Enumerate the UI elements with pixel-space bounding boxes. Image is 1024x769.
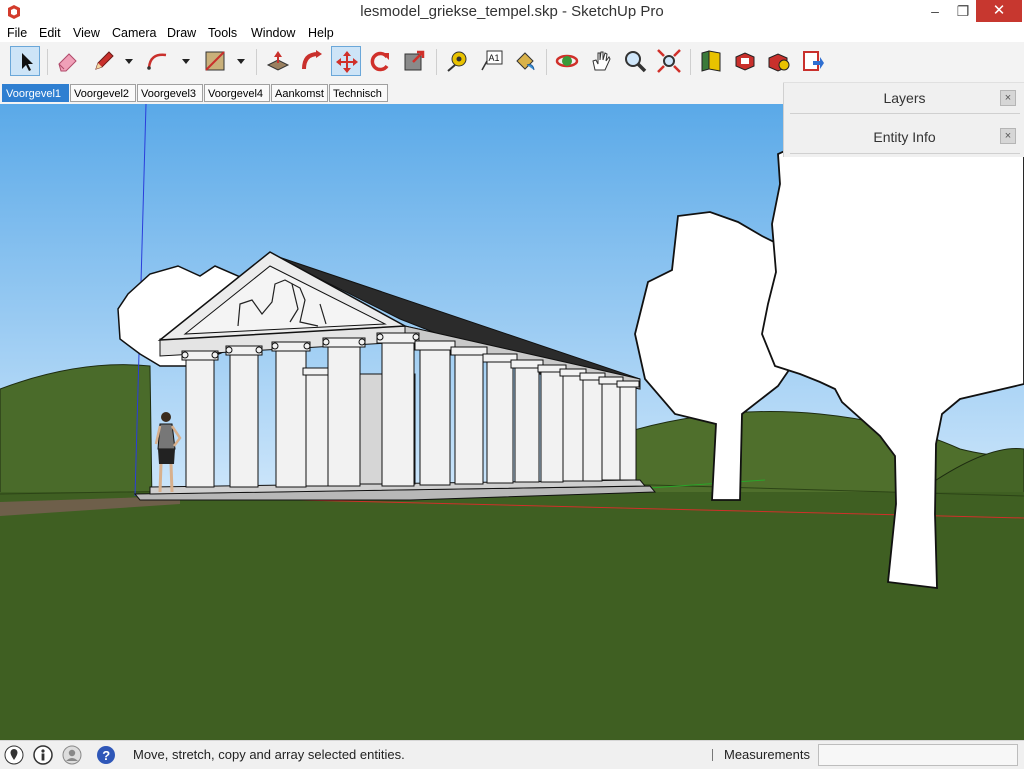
gear-box-icon bbox=[768, 53, 790, 72]
arc-icon bbox=[147, 53, 167, 70]
scene-tab-voorgevel2[interactable]: Voorgevel2 bbox=[70, 84, 136, 102]
rotate-icon bbox=[370, 51, 389, 72]
menu-bar: File Edit View Camera Draw Tools Window … bbox=[0, 24, 1024, 42]
select-tool-button[interactable] bbox=[10, 46, 40, 76]
scene-tab-voorgevel3[interactable]: Voorgevel3 bbox=[137, 84, 203, 102]
eraser-icon bbox=[58, 53, 77, 72]
entity-info-panel: Entity Info × bbox=[783, 121, 1024, 157]
zoom-extents-icon bbox=[657, 49, 681, 73]
scene-tab-aankomst[interactable]: Aankomst bbox=[271, 84, 328, 102]
status-separator bbox=[712, 749, 713, 761]
toolbar-separator bbox=[436, 49, 437, 75]
panel-divider bbox=[790, 113, 1020, 114]
warehouse-tool-button[interactable] bbox=[696, 46, 726, 76]
measurements-label: Measurements bbox=[724, 747, 810, 762]
viewport-scene[interactable] bbox=[0, 104, 1024, 740]
pan-hand-icon bbox=[592, 51, 611, 71]
menu-draw[interactable]: Draw bbox=[167, 24, 196, 42]
push-pull-tool-button[interactable] bbox=[263, 46, 293, 76]
toolbar-separator bbox=[546, 49, 547, 75]
help-question-icon[interactable]: ? bbox=[96, 745, 116, 765]
measurements-input[interactable] bbox=[818, 744, 1018, 766]
menu-window[interactable]: Window bbox=[251, 24, 295, 42]
pan-tool-button[interactable] bbox=[586, 46, 616, 76]
hill-left bbox=[0, 364, 153, 505]
rotate-tool-button[interactable] bbox=[365, 46, 395, 76]
orbit-icon bbox=[555, 54, 579, 68]
arc-tool-button[interactable] bbox=[143, 46, 173, 76]
scene-tab-technisch[interactable]: Technisch bbox=[329, 84, 388, 102]
title-bar: lesmodel_griekse_tempel.skp - SketchUp P… bbox=[0, 0, 1024, 24]
scale-icon bbox=[404, 50, 425, 71]
credits-info-icon[interactable] bbox=[33, 745, 53, 765]
entity-info-close-button[interactable]: × bbox=[1000, 128, 1016, 144]
map-book-icon bbox=[701, 50, 721, 72]
layers-panel-title[interactable]: Layers bbox=[784, 83, 1024, 113]
text-label-icon: A1 bbox=[481, 50, 503, 71]
zoom-tool-button[interactable] bbox=[620, 46, 650, 76]
push-pull-icon bbox=[266, 51, 290, 71]
rectangle-tool-button[interactable] bbox=[200, 46, 230, 76]
scene-tab-voorgevel4[interactable]: Voorgevel4 bbox=[204, 84, 270, 102]
status-message: Move, stretch, copy and array selected e… bbox=[133, 747, 405, 762]
minimize-button[interactable]: – bbox=[920, 0, 950, 22]
extensions-manager-button[interactable] bbox=[764, 46, 794, 76]
panel-divider bbox=[790, 153, 1020, 154]
extension-warehouse-tool-button[interactable] bbox=[730, 46, 760, 76]
paint-bucket-tool-button[interactable] bbox=[510, 46, 540, 76]
entity-info-panel-title[interactable]: Entity Info bbox=[784, 121, 1024, 153]
scene-tab-voorgevel1[interactable]: Voorgevel1 bbox=[2, 84, 69, 102]
layout-send-icon bbox=[803, 51, 824, 71]
maximize-button[interactable]: ❐ bbox=[950, 0, 976, 22]
orbit-tool-button[interactable] bbox=[552, 46, 582, 76]
paint-bucket-icon bbox=[516, 52, 535, 71]
tape-measure-icon bbox=[447, 51, 467, 72]
follow-me-tool-button[interactable] bbox=[297, 46, 327, 76]
layers-panel: Layers × bbox=[783, 83, 1024, 121]
layers-close-button[interactable]: × bbox=[1000, 90, 1016, 106]
close-button[interactable]: ✕ bbox=[976, 0, 1022, 22]
tape-measure-tool-button[interactable] bbox=[442, 46, 472, 76]
status-bar: ? Move, stretch, copy and array selected… bbox=[0, 740, 1024, 769]
menu-file[interactable]: File bbox=[7, 24, 27, 42]
zoom-extents-tool-button[interactable] bbox=[654, 46, 684, 76]
geo-location-icon[interactable] bbox=[4, 745, 24, 765]
move-tool-button[interactable] bbox=[331, 46, 361, 76]
magnifier-icon bbox=[625, 51, 647, 73]
grass-ground bbox=[0, 492, 1024, 740]
svg-text:A1: A1 bbox=[489, 53, 500, 63]
window-title: lesmodel_griekse_tempel.skp - SketchUp P… bbox=[360, 3, 664, 20]
arc-dropdown-arrow-icon[interactable] bbox=[181, 56, 191, 66]
menu-view[interactable]: View bbox=[73, 24, 100, 42]
toolbar-separator bbox=[47, 49, 48, 75]
menu-tools[interactable]: Tools bbox=[208, 24, 237, 42]
menu-edit[interactable]: Edit bbox=[39, 24, 61, 42]
toolbar-separator bbox=[256, 49, 257, 75]
line-tool-button[interactable] bbox=[89, 46, 119, 76]
text-tool-button[interactable]: A1 bbox=[476, 46, 506, 76]
scale-tool-button[interactable] bbox=[399, 46, 429, 76]
svg-text:?: ? bbox=[102, 748, 110, 763]
follow-me-icon bbox=[302, 50, 322, 70]
eraser-tool-button[interactable] bbox=[53, 46, 83, 76]
red-boxes-icon bbox=[735, 52, 755, 71]
move-cross-arrows-icon bbox=[336, 51, 358, 73]
model-viewport[interactable] bbox=[0, 104, 1024, 740]
toolbar-separator bbox=[690, 49, 691, 75]
send-to-layout-button[interactable] bbox=[798, 46, 828, 76]
rectangle-dropdown-arrow-icon[interactable] bbox=[236, 56, 246, 66]
cursor-arrow-icon bbox=[22, 53, 33, 71]
line-dropdown-arrow-icon[interactable] bbox=[124, 56, 134, 66]
scenes-tab-bar: Voorgevel1 Voorgevel2 Voorgevel3 Voorgev… bbox=[0, 82, 783, 104]
toolbar: A1 bbox=[0, 42, 1024, 83]
pencil-icon bbox=[95, 51, 114, 70]
rectangle-icon bbox=[205, 51, 225, 71]
menu-help[interactable]: Help bbox=[308, 24, 334, 42]
user-account-icon[interactable] bbox=[62, 745, 82, 765]
menu-camera[interactable]: Camera bbox=[112, 24, 156, 42]
